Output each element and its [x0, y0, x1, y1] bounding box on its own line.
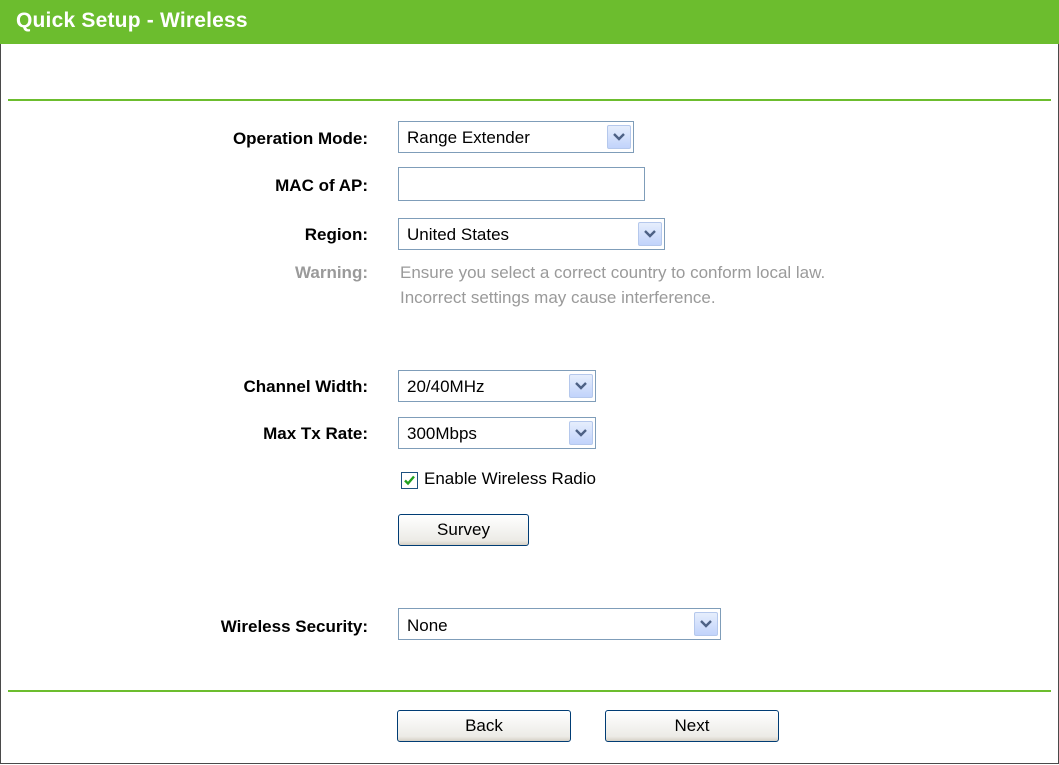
checkmark-icon	[404, 475, 415, 486]
operation-mode-select[interactable]: Range Extender	[398, 121, 634, 153]
region-value: United States	[407, 225, 510, 244]
back-button[interactable]: Back	[397, 710, 571, 742]
chevron-down-icon[interactable]	[569, 374, 593, 398]
wireless-security-label: Wireless Security:	[220, 617, 368, 636]
warning-message: Ensure you select a correct country to c…	[400, 260, 1000, 310]
channel-width-value: 20/40MHz	[407, 377, 485, 396]
chevron-down-icon[interactable]	[694, 612, 718, 636]
chevron-down-icon[interactable]	[607, 125, 631, 149]
warning-line-1: Ensure you select a correct country to c…	[400, 263, 826, 282]
enable-wireless-radio-checkbox[interactable]	[401, 472, 418, 489]
max-tx-rate-value: 300Mbps	[407, 424, 477, 443]
operation-mode-value: Range Extender	[407, 128, 530, 147]
page-title: Quick Setup - Wireless	[16, 9, 248, 32]
warning-label: Warning:	[294, 263, 368, 282]
chevron-down-icon[interactable]	[569, 421, 593, 445]
page-header: Quick Setup - Wireless	[0, 0, 1059, 44]
next-button[interactable]: Next	[605, 710, 779, 742]
wireless-security-select[interactable]: None	[398, 608, 721, 640]
region-label: Region:	[304, 225, 368, 244]
enable-wireless-radio-label[interactable]: Enable Wireless Radio	[424, 469, 596, 489]
chevron-down-icon[interactable]	[638, 222, 662, 246]
max-tx-rate-label: Max Tx Rate:	[263, 424, 368, 443]
survey-button[interactable]: Survey	[398, 514, 529, 546]
warning-line-2: Incorrect settings may cause interferenc…	[400, 288, 716, 307]
wireless-security-value: None	[407, 616, 448, 635]
max-tx-rate-select[interactable]: 300Mbps	[398, 417, 596, 449]
bottom-divider	[8, 690, 1051, 692]
mac-of-ap-label: MAC of AP:	[275, 176, 368, 195]
operation-mode-label: Operation Mode:	[232, 129, 368, 148]
mac-of-ap-input[interactable]	[398, 167, 645, 201]
channel-width-label: Channel Width:	[243, 377, 369, 396]
channel-width-select[interactable]: 20/40MHz	[398, 370, 596, 402]
region-select[interactable]: United States	[398, 218, 665, 250]
top-divider	[8, 99, 1051, 101]
